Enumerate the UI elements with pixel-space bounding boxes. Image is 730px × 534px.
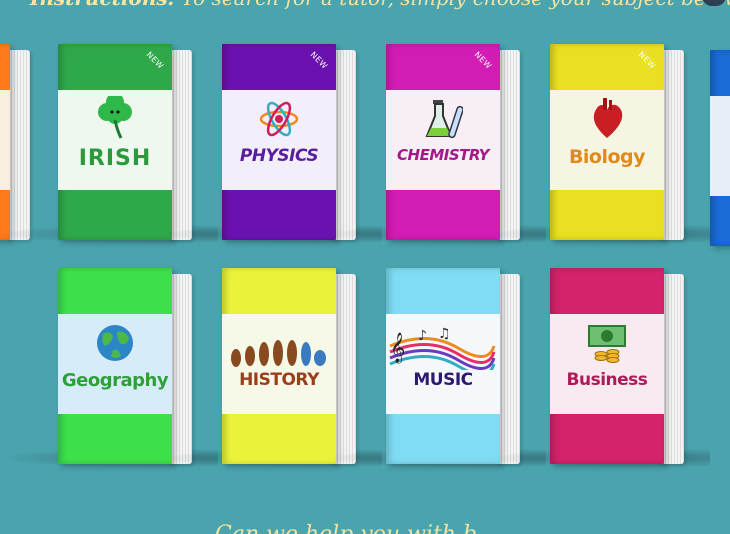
book-partial-right[interactable] bbox=[710, 50, 730, 246]
book-history[interactable]: HISTORY bbox=[162, 268, 382, 468]
svg-text:𝄞: 𝄞 bbox=[390, 332, 405, 364]
evolution-icon bbox=[231, 340, 326, 367]
atom-icon bbox=[259, 101, 299, 137]
new-badge: NEW bbox=[308, 50, 330, 71]
money-icon bbox=[588, 325, 626, 363]
footer-text: Can we help you with b... bbox=[215, 522, 498, 534]
book-label: CHEMISTRY bbox=[397, 146, 489, 164]
book-chemistry[interactable]: CHEMISTRY NEW bbox=[326, 44, 546, 244]
svg-text:♫: ♫ bbox=[438, 326, 451, 342]
svg-text:♪: ♪ bbox=[418, 328, 427, 344]
new-badge: NEW bbox=[144, 50, 166, 71]
music-notes-icon: 𝄞 ♪ ♫ bbox=[389, 326, 496, 370]
book-biology[interactable]: Biology NEW bbox=[490, 44, 710, 244]
book-geography[interactable]: Geography bbox=[0, 268, 218, 468]
book-label: Geography bbox=[61, 370, 169, 391]
instructions-body: To search for a tutor, simply choose you… bbox=[181, 0, 730, 10]
globe-icon bbox=[97, 325, 133, 361]
book-music[interactable]: 𝄞 ♪ ♫ MUSIC bbox=[326, 268, 546, 468]
book-label: Biology bbox=[568, 146, 646, 168]
book-partial-left[interactable] bbox=[0, 44, 32, 240]
book-label: MUSIC bbox=[413, 370, 473, 390]
instructions-prefix: Instructions: bbox=[30, 0, 175, 10]
flask-icon bbox=[425, 100, 463, 139]
book-business[interactable]: Business bbox=[490, 268, 710, 468]
heart-icon bbox=[593, 98, 623, 138]
book-label: PHYSICS bbox=[239, 146, 319, 166]
new-badge: NEW bbox=[636, 50, 658, 71]
book-label: Business bbox=[566, 370, 648, 390]
new-badge: NEW bbox=[472, 50, 494, 71]
instructions-text: Instructions: To search for a tutor, sim… bbox=[30, 0, 730, 10]
shamrock-icon bbox=[98, 96, 132, 139]
book-irish[interactable]: IRISH NEW bbox=[0, 44, 218, 244]
book-label: HISTORY bbox=[239, 370, 319, 390]
book-label: IRISH bbox=[78, 146, 152, 171]
book-physics[interactable]: PHYSICS NEW bbox=[162, 44, 382, 244]
